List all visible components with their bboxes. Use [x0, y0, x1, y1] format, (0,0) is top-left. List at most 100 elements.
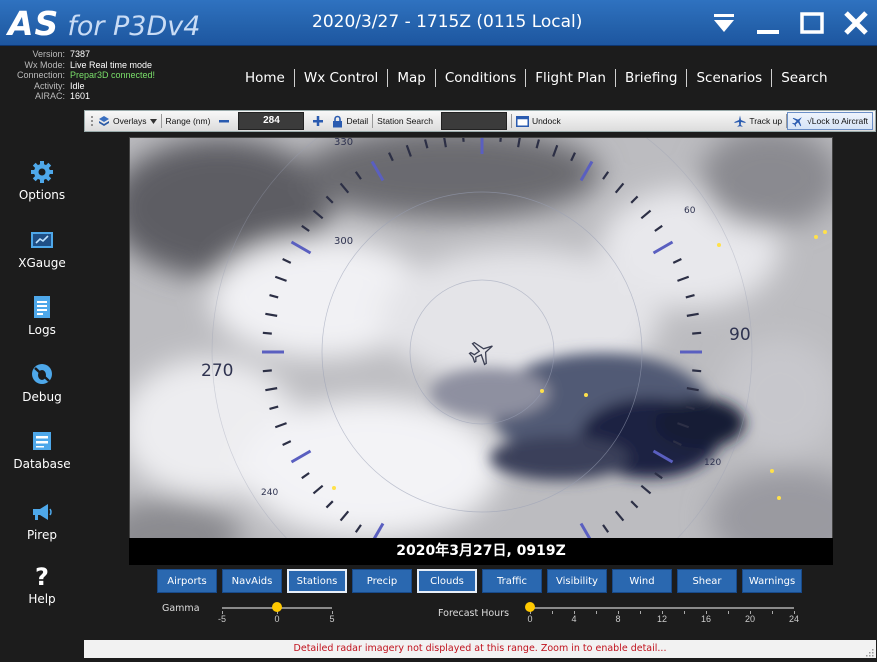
gauge-icon	[31, 232, 53, 248]
nav-briefing[interactable]: Briefing	[616, 70, 687, 86]
status-bar: Detailed radar imagery not displayed at …	[84, 640, 876, 658]
detail-button[interactable]: Detail	[328, 111, 372, 131]
nav-map[interactable]: Map	[388, 70, 435, 86]
forecast-tick	[640, 611, 641, 614]
lock-to-aircraft-label: √Lock to Aircraft	[807, 116, 868, 126]
minimize-button[interactable]	[753, 8, 783, 38]
nav-search[interactable]: Search	[772, 70, 836, 86]
nav-flight-plan[interactable]: Flight Plan	[526, 70, 615, 86]
layer-navaids-button[interactable]: NavAids	[222, 569, 282, 593]
layer-stations-button[interactable]: Stations	[287, 569, 347, 593]
station-dot[interactable]	[332, 486, 336, 490]
nav-conditions[interactable]: Conditions	[436, 70, 525, 86]
range-label: Range (nm)	[165, 116, 211, 126]
sidebar-item-help[interactable]: ? Help	[0, 564, 84, 608]
layer-buttons: Airports NavAids Stations Precip Clouds …	[157, 569, 802, 593]
header: Version: 7387 Wx Mode: Live Real time mode…	[0, 46, 877, 109]
range-input[interactable]: 284	[238, 112, 305, 130]
track-up-button[interactable]: Track up	[730, 111, 786, 131]
gamma-slider-thumb[interactable]	[272, 602, 282, 612]
menu-dropdown-button[interactable]	[709, 8, 739, 38]
minus-icon	[219, 120, 230, 123]
forecast-tick-label: 20	[744, 614, 755, 624]
station-search-label: Station Search	[377, 116, 433, 126]
layer-precip-button[interactable]: Precip	[352, 569, 412, 593]
gamma-slider[interactable]: -5 0 5	[218, 600, 335, 624]
range-decrease-button[interactable]	[214, 111, 234, 131]
forecast-slider-thumb[interactable]	[525, 602, 535, 612]
layer-shear-button[interactable]: Shear	[677, 569, 737, 593]
chevron-down-icon	[149, 118, 157, 124]
layers-icon	[99, 116, 109, 126]
forecast-hours-slider[interactable]: 0 4 8 12 16 20 24	[525, 600, 799, 624]
nav-scenarios[interactable]: Scenarios	[687, 70, 771, 86]
sidebar-label-logs: Logs	[28, 323, 56, 337]
gamma-label: Gamma	[162, 603, 200, 614]
station-dot[interactable]	[717, 243, 721, 247]
document-icon	[34, 296, 50, 318]
layer-clouds-button[interactable]: Clouds	[417, 569, 477, 593]
lock-to-aircraft-toggle[interactable]: √Lock to Aircraft	[787, 112, 873, 130]
title-bar[interactable]: AS for P3Dv4 2020/3/27 - 1715Z (0115 Loc…	[0, 0, 877, 46]
undock-button[interactable]: Undock	[512, 111, 565, 131]
minimize-icon	[757, 30, 779, 34]
compass-label-300: 300	[334, 236, 353, 247]
layer-airports-button[interactable]: Airports	[157, 569, 217, 593]
map-toolbar: Overlays Range (nm) 284 Detail Station S…	[84, 110, 876, 132]
window-controls	[709, 4, 871, 42]
layer-visibility-button[interactable]: Visibility	[547, 569, 607, 593]
station-dot[interactable]	[823, 230, 827, 234]
info-activity: Activity: Idle	[33, 80, 85, 91]
bug-icon	[32, 364, 52, 384]
sidebar-label-xgauge: XGauge	[18, 256, 66, 270]
plus-icon	[313, 116, 324, 126]
logo-subtitle: for P3Dv4	[67, 11, 201, 42]
station-dot[interactable]	[777, 496, 781, 500]
megaphone-icon	[33, 504, 52, 520]
station-dot[interactable]	[584, 393, 588, 397]
info-airac: AIRAC: 1601	[34, 91, 91, 101]
sidebar-label-options: Options	[18, 188, 66, 202]
forecast-tick	[684, 611, 685, 614]
sidebar-item-options[interactable]: Options	[0, 160, 84, 204]
layer-warnings-button[interactable]: Warnings	[742, 569, 802, 593]
window-icon	[515, 115, 529, 127]
close-button[interactable]	[841, 8, 871, 38]
maximize-icon	[800, 12, 824, 34]
station-dot[interactable]	[814, 235, 818, 239]
database-icon	[33, 432, 51, 450]
forecast-tick	[596, 611, 597, 614]
main-nav: Home Wx Control Map Conditions Flight Pl…	[236, 69, 837, 87]
sidebar-label-debug: Debug	[22, 390, 62, 404]
info-wx-mode: Wx Mode: Live Real time mode	[24, 59, 153, 70]
station-dot[interactable]	[540, 389, 544, 393]
gamma-tick-label: -5	[217, 614, 227, 624]
resize-grip-icon[interactable]	[864, 647, 874, 657]
sidebar-item-pirep[interactable]: Pirep	[0, 500, 84, 544]
nav-home[interactable]: Home	[236, 70, 294, 86]
station-dot[interactable]	[770, 469, 774, 473]
chevron-down-icon	[714, 14, 734, 32]
sidebar-item-logs[interactable]: Logs	[0, 295, 84, 339]
sidebar-item-xgauge[interactable]: XGauge	[0, 228, 84, 272]
info-version: Version: 7387	[32, 49, 91, 59]
weather-map[interactable]: 300 330 270 240 60 90 120	[129, 137, 833, 565]
nav-wx-control[interactable]: Wx Control	[295, 70, 387, 86]
range-increase-button[interactable]	[308, 111, 328, 131]
layer-wind-button[interactable]: Wind	[612, 569, 672, 593]
map-timestamp-caption: 2020年3月27日, 0919Z	[129, 538, 833, 565]
maximize-button[interactable]	[797, 8, 827, 38]
gear-icon	[31, 161, 53, 183]
sidebar-item-debug[interactable]: Debug	[0, 362, 84, 406]
gamma-tick-label: 5	[329, 614, 335, 624]
cloud-imagery: 300 330 270 240 60 90 120	[130, 138, 832, 564]
station-search-input[interactable]	[440, 112, 507, 130]
sidebar-item-database[interactable]: Database	[0, 429, 84, 473]
compass-label-60: 60	[684, 206, 696, 216]
forecast-tick-label: 24	[788, 614, 800, 624]
overlays-dropdown[interactable]: Overlays	[85, 111, 161, 131]
layer-traffic-button[interactable]: Traffic	[482, 569, 542, 593]
forecast-tick	[772, 611, 773, 614]
compass-label-270: 270	[201, 361, 233, 381]
forecast-hours-label: Forecast Hours	[438, 608, 510, 619]
